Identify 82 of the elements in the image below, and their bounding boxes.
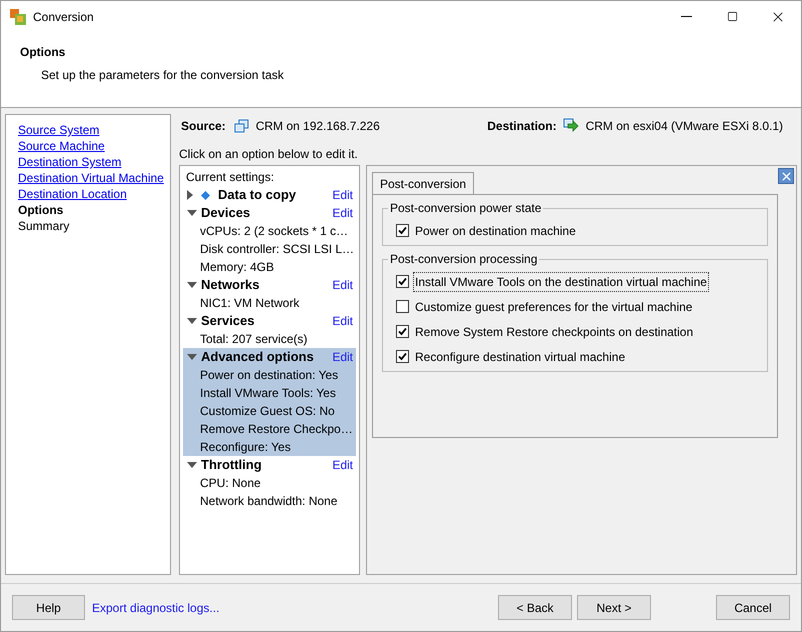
post-conversion-tab[interactable]: Post-conversion: [372, 172, 474, 194]
collapse-arrow-icon[interactable]: [187, 318, 197, 324]
section-title: Advanced options: [201, 348, 314, 366]
setting-value: Power on destination: Yes: [199, 367, 340, 384]
nav-step: Summary: [18, 218, 70, 234]
minimize-icon: [680, 16, 692, 17]
section-title: Devices: [201, 204, 250, 222]
checkmark-icon: [398, 352, 407, 361]
edit-link[interactable]: Edit: [332, 312, 353, 330]
checkbox[interactable]: [396, 275, 409, 288]
edit-link[interactable]: Edit: [332, 276, 353, 294]
checkbox[interactable]: [396, 350, 409, 363]
nav-link[interactable]: Source System: [18, 122, 100, 138]
edit-link[interactable]: Edit: [332, 186, 353, 204]
nav-step: Options: [18, 202, 64, 218]
group-title: Post-conversion power state: [388, 201, 544, 215]
nav-link[interactable]: Destination System: [18, 154, 122, 170]
settings-heading: Current settings:: [185, 169, 274, 186]
edit-link[interactable]: Edit: [332, 348, 353, 366]
settings-section[interactable]: Advanced options Edit Power on destination: Yes Install VMware Tools: Yes Customize Guest OS: No Remove Restore Checkpo… Reconfigure: Yes: [183, 348, 356, 456]
collapse-arrow-icon[interactable]: [187, 282, 197, 288]
checkbox-label[interactable]: Install VMware Tools on the destination virtual machine: [414, 272, 708, 290]
settings-section[interactable]: Throttling Edit CPU: None Network bandwidth: None: [183, 456, 356, 510]
checkbox-label[interactable]: Remove System Restore checkpoints on destination: [414, 322, 694, 340]
setting-value: vCPUs: 2 (2 sockets * 1 c…: [199, 223, 350, 240]
section-title: Throttling: [201, 456, 262, 474]
settings-section[interactable]: Networks Edit NIC1: VM Network: [183, 276, 356, 312]
checkbox[interactable]: [396, 300, 409, 313]
maximize-icon: [726, 11, 738, 22]
page-title: Options: [20, 44, 66, 61]
close-icon: [780, 170, 792, 182]
page-subtitle: Set up the parameters for the conversion task: [41, 67, 285, 84]
setting-value: Network bandwidth: None: [199, 493, 338, 510]
help-button[interactable]: Help: [12, 595, 85, 620]
settings-section[interactable]: Devices Edit vCPUs: 2 (2 sockets * 1 c… Disk controller: SCSI LSI L… Memory: 4GB: [183, 204, 356, 276]
edit-link[interactable]: Edit: [332, 456, 353, 474]
back-button[interactable]: < Back: [498, 595, 572, 620]
collapse-arrow-icon[interactable]: [187, 462, 197, 468]
machine-arrow-icon: [562, 118, 579, 134]
setting-value: CPU: None: [199, 475, 262, 492]
section-title: Services: [201, 312, 254, 330]
checkbox[interactable]: [396, 325, 409, 338]
nav-link[interactable]: Destination Location: [18, 186, 127, 202]
checkmark-icon: [398, 327, 407, 336]
setting-value: NIC1: VM Network: [199, 295, 300, 312]
collapse-arrow-icon[interactable]: [187, 354, 197, 360]
machine-icon: [234, 118, 249, 134]
settings-section[interactable]: Services Edit Total: 207 service(s): [183, 312, 356, 348]
setting-value: Install VMware Tools: Yes: [199, 385, 337, 402]
setting-value: Reconfigure: Yes: [199, 439, 292, 456]
checkbox[interactable]: [396, 224, 409, 237]
collapse-arrow-icon[interactable]: [187, 210, 197, 216]
close-panel-button[interactable]: [778, 168, 794, 184]
setting-value: Total: 207 service(s): [199, 331, 308, 348]
window-title: Conversion: [33, 8, 94, 26]
expand-arrow-icon[interactable]: [187, 190, 193, 200]
destination-value: CRM on esxi04 (VMware ESXi 8.0.1): [586, 118, 783, 135]
group-title: Post-conversion processing: [388, 252, 540, 266]
setting-value: Memory: 4GB: [199, 259, 276, 276]
export-logs-link[interactable]: Export diagnostic logs...: [92, 598, 220, 616]
settings-section[interactable]: Data to copy Edit: [183, 186, 356, 204]
next-button[interactable]: Next >: [577, 595, 651, 620]
checkbox-label[interactable]: Reconfigure destination virtual machine: [414, 348, 626, 366]
setting-value: Disk controller: SCSI LSI L…: [199, 241, 356, 258]
section-title: Data to copy: [218, 186, 296, 204]
setting-value: Customize Guest OS: No: [199, 403, 336, 420]
nav-link[interactable]: Source Machine: [18, 138, 105, 154]
section-title: Networks: [201, 276, 260, 294]
nav-link[interactable]: Destination Virtual Machine: [18, 170, 164, 186]
app-icon: [10, 8, 26, 24]
destination-label: Destination:: [487, 118, 557, 135]
cancel-button[interactable]: Cancel: [716, 595, 790, 620]
instruction-text: Click on an option below to edit it.: [179, 146, 358, 163]
checkbox-label[interactable]: Customize guest preferences for the virtual machine: [414, 298, 694, 316]
source-value: CRM on 192.168.7.226: [256, 118, 380, 135]
edit-link[interactable]: Edit: [332, 204, 353, 222]
setting-value: Remove Restore Checkpo…: [199, 421, 354, 438]
checkmark-icon: [398, 226, 407, 235]
source-label: Source:: [181, 118, 226, 135]
diamond-icon: [201, 190, 210, 200]
checkbox-label[interactable]: Power on destination machine: [414, 222, 577, 240]
checkmark-icon: [398, 277, 407, 286]
